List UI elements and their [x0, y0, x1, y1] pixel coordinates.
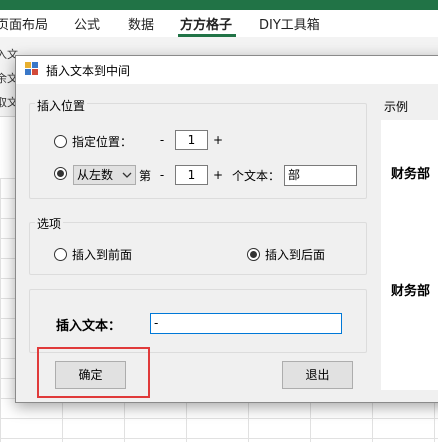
example-title: 示例	[384, 100, 409, 114]
radio-circle[interactable]	[54, 135, 67, 148]
insert-text-label: 插入文本：	[56, 319, 122, 334]
dialog-title: 插入文本到中间	[46, 64, 131, 78]
nth-minus-button[interactable]: -	[154, 166, 170, 184]
nth-plus-button[interactable]: +	[210, 166, 226, 184]
insert-position-title: 插入位置	[35, 97, 88, 114]
di-label: 第	[139, 169, 152, 183]
radio-insert-back[interactable]: 插入到后面	[247, 246, 325, 263]
insert-text-input[interactable]: -	[150, 313, 342, 334]
insert-front-label: 插入到前面	[72, 248, 133, 262]
excel-title-strip	[0, 0, 438, 10]
insert-text-dialog: 插入文本到中间 插入位置 指定位置： - 1 + 从左数 第 - 1 + 个文本…	[15, 55, 438, 403]
direction-select-value: 从左数	[77, 168, 114, 182]
radio-circle-checked[interactable]	[247, 248, 260, 261]
chevron-down-icon	[122, 172, 132, 178]
example-before-text: 财务部	[391, 167, 431, 182]
example-after-text: 财务部	[391, 284, 431, 299]
radio-insert-front[interactable]: 插入到前面	[54, 246, 132, 263]
specify-position-input[interactable]: 1	[175, 130, 208, 150]
app-icon	[25, 62, 38, 75]
anchor-text-input[interactable]: 部	[284, 165, 357, 186]
specify-minus-button[interactable]: -	[154, 131, 170, 149]
radio-count-from[interactable]	[54, 167, 67, 180]
tab-page-layout[interactable]: 页面布局	[0, 14, 48, 33]
tab-diy-toolbox[interactable]: DIY工具箱	[259, 14, 320, 33]
nth-input[interactable]: 1	[175, 165, 208, 185]
radio-circle[interactable]	[54, 248, 67, 261]
tab-data[interactable]: 数据	[128, 14, 154, 33]
exit-button[interactable]: 退出	[282, 361, 353, 389]
radio-specify-position[interactable]: 指定位置：	[54, 133, 132, 150]
example-panel	[381, 120, 438, 390]
radio-circle-checked[interactable]	[54, 167, 67, 180]
ribbon-tab-bar: 页面布局 公式 数据 方方格子 DIY工具箱	[0, 10, 438, 36]
tab-formulas[interactable]: 公式	[74, 14, 100, 33]
specify-position-label: 指定位置：	[72, 135, 133, 149]
specify-plus-button[interactable]: +	[210, 131, 226, 149]
insert-back-label: 插入到后面	[265, 248, 326, 262]
tab-fangfang[interactable]: 方方格子	[180, 14, 232, 33]
dialog-titlebar[interactable]: 插入文本到中间	[16, 56, 438, 84]
ok-button[interactable]: 确定	[55, 361, 126, 389]
direction-select[interactable]: 从左数	[73, 165, 136, 185]
nth-text-label: 个文本：	[232, 169, 281, 183]
options-title: 选项	[35, 215, 64, 232]
